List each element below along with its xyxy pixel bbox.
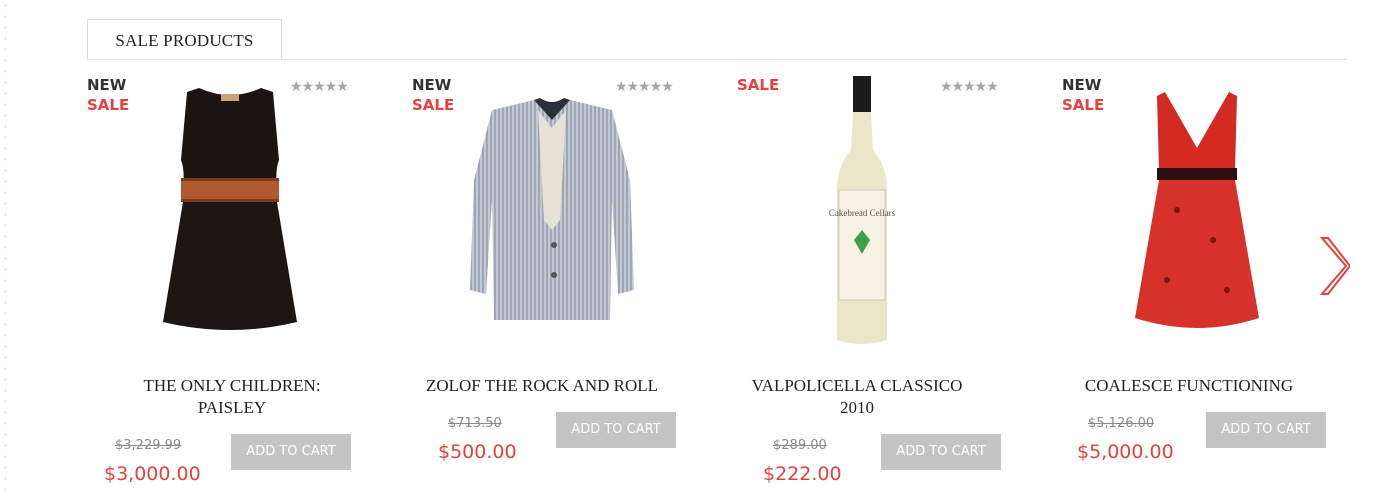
old-price: $713.50 xyxy=(448,416,502,431)
sale-badge: SALE xyxy=(87,96,130,114)
sale-price: $500.00 xyxy=(438,441,517,463)
new-badge: NEW xyxy=(87,76,127,94)
red-dress-image[interactable] xyxy=(1117,70,1277,340)
product-name[interactable]: THE ONLY CHILDREN: PAISLEY xyxy=(112,375,352,419)
old-price: $5,126.00 xyxy=(1088,416,1155,431)
sale-price: $222.00 xyxy=(763,463,842,485)
add-to-cart-button[interactable]: ADD TO CART xyxy=(231,434,351,470)
add-to-cart-button[interactable]: ADD TO CART xyxy=(881,434,1001,470)
sale-badge: SALE xyxy=(1062,96,1105,114)
tab-divider xyxy=(87,59,1347,60)
add-to-cart-button[interactable]: ADD TO CART xyxy=(556,412,676,448)
old-price: $289.00 xyxy=(773,438,827,453)
black-dress-image[interactable] xyxy=(135,70,325,340)
striped-blazer-image[interactable] xyxy=(452,70,652,340)
product-card: NEW SALE ★★★★★ ZOLOF THE ROCK AND ROLL $… xyxy=(412,70,712,494)
wine-bottle-image[interactable]: Cakebread Cellars xyxy=(827,70,897,350)
sale-badge: SALE xyxy=(412,96,455,114)
product-name[interactable]: COALESCE FUNCTIONING xyxy=(1059,375,1319,397)
old-price: $3,229.99 xyxy=(115,438,182,453)
product-card: SALE ★★★★★ Cakebread Cellars VALPOLICELL… xyxy=(737,70,1037,494)
tab-sale-products[interactable]: SALE PRODUCTS xyxy=(87,19,282,59)
new-badge: NEW xyxy=(1062,76,1102,94)
product-name[interactable]: VALPOLICELLA CLASSICO 2010 xyxy=(737,375,977,419)
sale-badge: SALE xyxy=(737,76,780,94)
product-name[interactable]: ZOLOF THE ROCK AND ROLL xyxy=(412,375,672,397)
product-card: NEW SALE ★★★★★ THE ONLY CHILDREN: PAISLE… xyxy=(87,70,387,494)
rating-stars: ★★★★★ xyxy=(940,79,999,95)
new-badge: NEW xyxy=(412,76,452,94)
add-to-cart-button[interactable]: ADD TO CART xyxy=(1206,412,1326,448)
bottle-label-text: Cakebread Cellars xyxy=(829,208,896,218)
chevron-right-icon[interactable] xyxy=(1318,236,1350,296)
product-card: NEW SALE COALESCE FUNCTIONING $5,126.00 … xyxy=(1062,70,1362,494)
sale-price: $5,000.00 xyxy=(1077,441,1174,463)
sale-price: $3,000.00 xyxy=(104,463,201,485)
